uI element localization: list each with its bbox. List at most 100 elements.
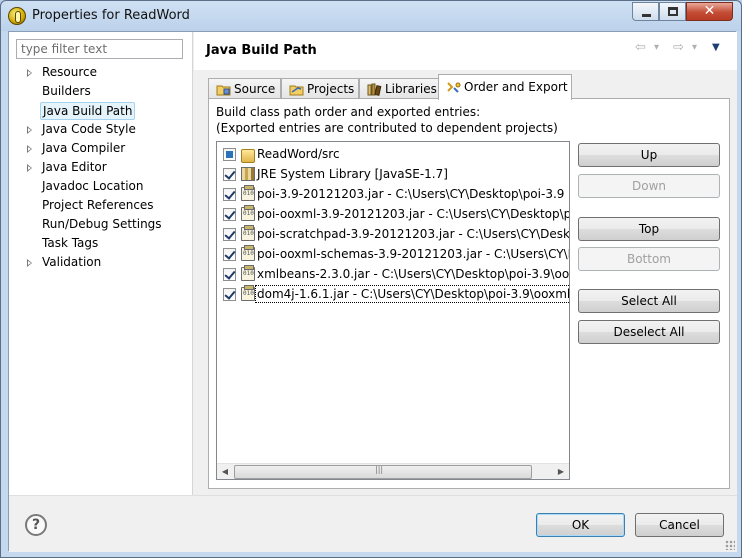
jar-icon	[241, 185, 255, 201]
close-icon: ✕	[703, 3, 716, 19]
tab-order-and-export-label: Order and Export	[464, 80, 568, 94]
libraries-icon	[367, 83, 382, 96]
tree-item[interactable]: Resource	[9, 63, 193, 82]
classpath-entry-row[interactable]: poi-ooxml-schemas-3.9-20121203.jar - C:\…	[217, 244, 570, 264]
source-folder-icon	[216, 85, 231, 96]
bottom-button-label: Bottom	[626, 252, 671, 266]
tree-item-label: Java Compiler	[42, 141, 126, 155]
tree-item-label: Javadoc Location	[42, 179, 144, 193]
export-checkbox[interactable]	[223, 208, 236, 221]
tree-item-label: Validation	[42, 255, 102, 269]
forward-arrow-icon[interactable]: ⇨	[673, 40, 684, 56]
forward-menu-icon[interactable]: ▾	[692, 40, 697, 56]
tab-projects-label: Projects	[307, 82, 355, 96]
up-button-label: Up	[640, 148, 658, 162]
classpath-entry-row[interactable]: xmlbeans-2.3.0.jar - C:\Users\CY\Desktop…	[217, 264, 569, 284]
build-path-page: Source Projects Libraries Order and Expo…	[194, 70, 737, 495]
properties-dialog: Properties for ReadWord ✕ Resource Builde…	[0, 0, 742, 558]
scroll-right-icon[interactable]: ▶	[553, 464, 569, 479]
tree-item[interactable]: Validation	[9, 253, 193, 272]
down-button-label: Down	[631, 179, 666, 193]
ok-button[interactable]: OK	[536, 513, 625, 537]
tree-item[interactable]: Javadoc Location	[9, 177, 193, 196]
expand-arrow-icon[interactable]	[27, 145, 32, 153]
deselect-all-button[interactable]: Deselect All	[578, 320, 720, 344]
classpath-entry-row[interactable]: poi-scratchpad-3.9-20121203.jar - C:\Use…	[217, 224, 569, 244]
close-button[interactable]: ✕	[686, 2, 733, 21]
tree-item[interactable]: Builders	[9, 82, 193, 101]
up-button[interactable]: Up	[578, 143, 720, 167]
tree-item-label: Project References	[42, 198, 154, 212]
classpath-entry-row[interactable]: dom4j-1.6.1.jar - C:\Users\CY\Desktop\po…	[217, 284, 569, 304]
down-button[interactable]: Down	[578, 174, 720, 198]
scroll-left-icon[interactable]: ◀	[217, 464, 233, 479]
minimize-icon	[642, 14, 651, 17]
classpath-entry-label: dom4j-1.6.1.jar - C:\Users\CY\Desktop\po…	[255, 285, 569, 303]
export-checkbox[interactable]	[223, 148, 236, 161]
top-button-label: Top	[638, 222, 660, 236]
title-bar[interactable]: Properties for ReadWord ✕	[1, 1, 741, 31]
eclipse-app-icon	[8, 7, 26, 25]
source-folder-icon	[241, 149, 255, 163]
library-icon	[241, 167, 255, 181]
select-all-button-label: Select All	[621, 294, 677, 308]
window-title: Properties for ReadWord	[32, 8, 190, 23]
tree-item[interactable]: Task Tags	[9, 234, 193, 253]
export-checkbox[interactable]	[223, 268, 236, 281]
classpath-entry-row[interactable]: poi-3.9-20121203.jar - C:\Users\CY\Deskt…	[217, 184, 569, 204]
tree-item[interactable]: Run/Debug Settings	[9, 215, 193, 234]
projects-icon	[289, 85, 304, 96]
bottom-button[interactable]: Bottom	[578, 247, 720, 271]
minimize-button[interactable]	[632, 2, 659, 21]
tab-libraries-label: Libraries	[385, 82, 437, 96]
tab-libraries[interactable]: Libraries	[359, 78, 439, 99]
back-menu-icon[interactable]: ▾	[654, 40, 659, 56]
tree-item-label: Task Tags	[42, 236, 99, 250]
horizontal-scrollbar[interactable]: ◀ ▶	[217, 463, 569, 479]
cancel-button[interactable]: Cancel	[635, 513, 724, 537]
page-header: Java Build Path ⇦ ▾ ⇨ ▾ ▼	[194, 32, 737, 70]
tree-item-label: Java Build Path	[40, 102, 136, 120]
filter-input[interactable]	[16, 39, 183, 59]
export-checkbox[interactable]	[223, 228, 236, 241]
tree-item-label: Java Editor	[42, 160, 107, 174]
expand-arrow-icon[interactable]	[27, 259, 32, 267]
classpath-entry-row[interactable]: poi-ooxml-3.9-20121203.jar - C:\Users\CY…	[217, 204, 569, 224]
classpath-entry-list[interactable]: ReadWord/src JRE System Library [JavaSE-1…	[216, 141, 570, 480]
classpath-entry-label: ReadWord/src	[257, 147, 340, 161]
tree-item[interactable]: Java Build Path	[9, 101, 193, 120]
maximize-button[interactable]	[659, 2, 686, 21]
select-all-button[interactable]: Select All	[578, 289, 720, 313]
tab-source[interactable]: Source	[208, 78, 281, 99]
classpath-entry-row[interactable]: ReadWord/src	[217, 144, 569, 164]
description-line-2: (Exported entries are contributed to dep…	[216, 121, 558, 135]
tab-source-label: Source	[234, 82, 276, 96]
export-checkbox[interactable]	[223, 188, 236, 201]
expand-arrow-icon[interactable]	[27, 69, 32, 77]
expand-arrow-icon[interactable]	[27, 126, 32, 134]
back-arrow-icon[interactable]: ⇦	[635, 40, 646, 56]
expand-arrow-icon[interactable]	[27, 164, 32, 172]
export-checkbox[interactable]	[223, 168, 236, 181]
ok-button-label: OK	[571, 518, 590, 532]
scrollbar-thumb[interactable]	[234, 465, 532, 479]
tree-item[interactable]: Java Editor	[9, 158, 193, 177]
order-export-icon	[447, 82, 461, 93]
tree-item[interactable]: Project References	[9, 196, 193, 215]
jar-icon	[241, 265, 255, 281]
classpath-entry-row[interactable]: JRE System Library [JavaSE-1.7]	[217, 164, 569, 184]
page-title: Java Build Path	[206, 43, 317, 58]
help-icon[interactable]: ?	[25, 514, 47, 536]
properties-navigation: Resource Builders Java Build Path Java Code…	[9, 32, 193, 495]
tab-projects[interactable]: Projects	[281, 78, 359, 99]
tree-item[interactable]: Java Code Style	[9, 120, 193, 139]
classpath-entry-label: poi-ooxml-schemas-3.9-20121203.jar - C:\…	[257, 247, 570, 261]
jar-icon	[241, 205, 255, 221]
export-checkbox[interactable]	[223, 248, 236, 261]
tree-item[interactable]: Java Compiler	[9, 139, 193, 158]
top-button[interactable]: Top	[578, 217, 720, 241]
resize-grip[interactable]	[725, 540, 735, 550]
view-menu-icon[interactable]: ▼	[712, 40, 720, 56]
export-checkbox[interactable]	[223, 288, 236, 301]
tab-order-and-export[interactable]: Order and Export	[438, 74, 572, 100]
